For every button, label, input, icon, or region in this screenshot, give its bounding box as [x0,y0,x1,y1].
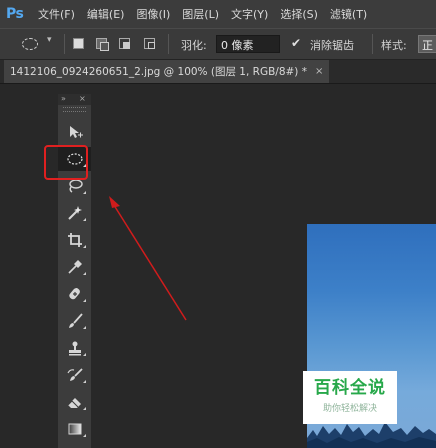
style-select[interactable]: 正 [418,35,436,53]
add-to-selection-button[interactable] [96,38,109,51]
tools-panel-header: » × [58,94,91,105]
preset-dropdown-arrow-icon[interactable]: ▾ [47,35,52,45]
quick-selection-tool[interactable] [58,201,91,225]
menu-image[interactable]: 图像(I) [136,6,170,22]
crop-tool[interactable] [58,228,91,252]
options-separator [372,34,373,54]
close-tab-icon[interactable]: × [315,66,323,77]
menu-layer[interactable]: 图层(L) [182,6,219,22]
tool-group-indicator-icon [83,299,86,302]
close-panel-icon[interactable]: × [79,94,86,104]
gradient-tool[interactable] [58,417,91,441]
document-tab-title: 1412106_0924260651_2.jpg @ 100% (图层 1, R… [10,66,307,78]
move-icon [69,126,83,138]
menu-edit[interactable]: 编辑(E) [87,6,125,22]
menu-file[interactable]: 文件(F) [38,6,75,22]
antialias-label: 消除锯齿 [310,39,354,52]
quick-selection-icon [67,206,82,220]
brush-icon [68,313,83,328]
tool-group-indicator-icon [83,380,86,383]
ellipse-marquee-preset-icon[interactable] [22,38,38,50]
history-brush-icon [66,368,83,381]
style-label: 样式: [381,39,407,52]
clone-stamp-tool[interactable] [58,336,91,360]
eyedropper-tool[interactable] [58,255,91,279]
feather-label: 羽化: [181,39,207,52]
feather-input[interactable]: 0 像素 [216,35,280,53]
subtract-from-selection-button[interactable] [119,38,130,49]
tool-group-indicator-icon [83,353,86,356]
antialias-checkbox[interactable]: ✔ [291,37,303,49]
move-tool[interactable] [58,120,91,144]
menu-bar: Ps 文件(F) 编辑(E) 图像(I) 图层(L) 文字(Y) 选择(S) 滤… [0,0,436,28]
eraser-icon [67,398,81,408]
document-tab-bar: 1412106_0924260651_2.jpg @ 100% (图层 1, R… [0,60,436,84]
clone-stamp-icon [68,341,81,356]
crop-icon [67,233,82,247]
watermark-logo: 百科全说 助你轻松解决 [303,371,397,424]
panel-grip[interactable] [63,107,86,112]
new-selection-button[interactable] [73,38,84,49]
spot-healing-brush-tool[interactable] [58,282,91,306]
tool-group-indicator-icon [83,326,86,329]
eraser-tool[interactable] [58,390,91,414]
options-separator [168,34,169,54]
brush-tool[interactable] [58,309,91,333]
spot-healing-brush-icon [68,288,80,300]
menu-filter[interactable]: 滤镜(T) [330,6,367,22]
tool-group-indicator-icon [83,191,86,194]
eyedropper-icon [67,260,82,274]
collapse-panel-icon[interactable]: » [61,94,66,104]
tool-group-indicator-icon [83,245,86,248]
tool-group-indicator-icon [83,218,86,221]
tool-group-indicator-icon [83,434,86,437]
gradient-icon [68,423,81,435]
watermark-title: 百科全说 [314,378,386,398]
watermark-subtitle: 助你轻松解决 [322,404,377,414]
history-brush-tool[interactable] [58,363,91,387]
options-separator [64,34,65,54]
photoshop-logo: Ps [6,6,24,22]
tool-group-indicator-icon [83,272,86,275]
document-tab[interactable]: 1412106_0924260651_2.jpg @ 100% (图层 1, R… [4,60,330,83]
menu-select[interactable]: 选择(S) [280,6,318,22]
tool-group-indicator-icon [83,407,86,410]
annotation-highlight-box [44,145,88,180]
menu-type[interactable]: 文字(Y) [231,6,268,22]
intersect-selection-button[interactable] [144,38,155,49]
lasso-icon [68,179,83,193]
options-bar: ▾ 羽化: 0 像素 ✔ 消除锯齿 样式: 正 [0,28,436,60]
